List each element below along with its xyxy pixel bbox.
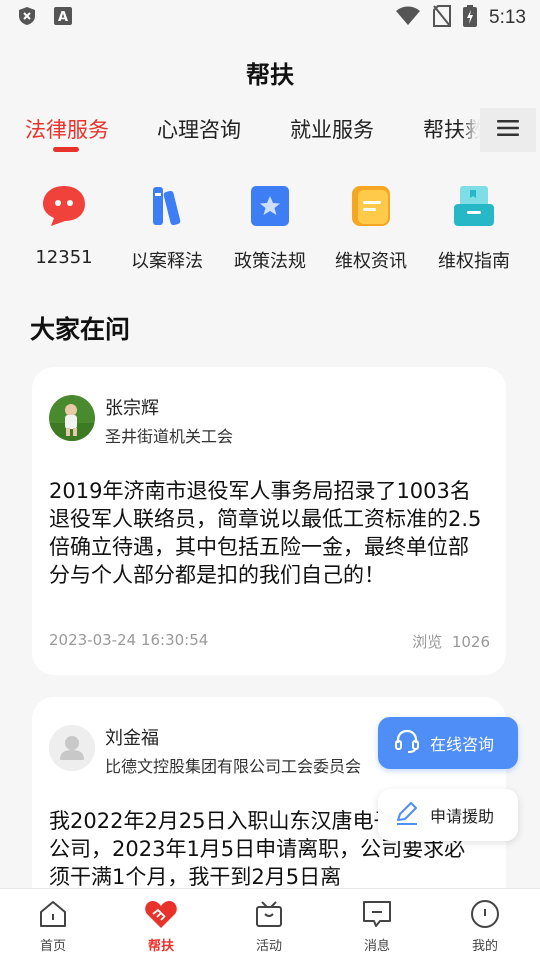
tab-legal-services[interactable]: 法律服务 [25, 114, 109, 144]
home-icon [36, 897, 70, 931]
quick-action-policy-regulations[interactable]: 政策法规 [216, 176, 324, 273]
active-tab-indicator [53, 147, 79, 152]
poster-org: 圣井街道机关工会 [105, 427, 234, 446]
profile-icon [468, 897, 502, 931]
quick-actions: 12351 以案释法 政策法规 维权资讯 维权指南 [0, 176, 540, 276]
post-date: 2023-03-24 16:30:54 [49, 631, 209, 649]
nav-activities[interactable]: 活动 [239, 897, 299, 954]
nav-assistance[interactable]: 帮扶 [131, 897, 191, 954]
view-count-value: 1026 [451, 633, 490, 651]
chat-bubble-icon [34, 176, 94, 236]
nav-home[interactable]: 首页 [23, 897, 83, 954]
nav-messages[interactable]: 消息 [347, 897, 407, 954]
quick-action-label: 政策法规 [234, 251, 306, 272]
battery-icon [463, 5, 478, 31]
star-book-icon [240, 176, 300, 236]
avatar [49, 395, 95, 441]
nav-label: 活动 [255, 939, 282, 954]
quick-action-rights-news[interactable]: 维权资讯 [317, 176, 425, 273]
quick-action-rights-guide[interactable]: 维权指南 [420, 176, 528, 273]
gift-box-icon [252, 897, 286, 931]
quick-action-12351[interactable]: 12351 [10, 176, 118, 268]
font-a-icon: A [54, 7, 72, 29]
tab-menu-button[interactable] [480, 108, 536, 152]
quick-action-label: 12351 [35, 247, 93, 268]
handshake-heart-icon [144, 897, 178, 931]
menu-icon [497, 119, 519, 141]
poster-name: 张宗辉 [105, 398, 159, 419]
folder-bookmark-icon [444, 176, 504, 236]
apply-aid-label: 申请援助 [430, 807, 495, 826]
document-icon [341, 176, 401, 236]
quick-action-label: 维权资讯 [335, 251, 407, 272]
no-sim-icon [433, 5, 452, 31]
avatar [49, 725, 95, 771]
section-title: 大家在问 [30, 315, 131, 344]
quick-action-label: 维权指南 [438, 251, 510, 272]
nav-label: 首页 [39, 939, 66, 954]
category-tabs: 法律服务 心理咨询 就业服务 帮扶救 [0, 108, 540, 156]
quick-action-case-law[interactable]: 以案释法 [113, 176, 221, 273]
tab-assistance-relief[interactable]: 帮扶救 [423, 114, 486, 144]
online-consult-button[interactable]: 在线咨询 [378, 717, 518, 769]
message-icon [360, 897, 394, 931]
books-icon [137, 176, 197, 236]
view-count: 浏览 1026 [412, 631, 490, 652]
nav-label: 我的 [471, 939, 498, 954]
status-time: 5:13 [489, 7, 526, 28]
svg-text:A: A [58, 10, 68, 25]
status-bar: A 5:13 [0, 0, 540, 36]
page-header: 帮扶 [0, 36, 540, 108]
tab-psych-counseling[interactable]: 心理咨询 [157, 114, 241, 144]
headset-icon [394, 728, 420, 758]
shield-icon [18, 6, 36, 30]
view-count-label: 浏览 [412, 633, 443, 651]
tab-employment-services[interactable]: 就业服务 [290, 114, 374, 144]
page-title: 帮扶 [246, 60, 294, 89]
pen-icon [394, 800, 420, 830]
nav-label: 帮扶 [147, 939, 174, 954]
nav-mine[interactable]: 我的 [455, 897, 515, 954]
quick-action-label: 以案释法 [131, 251, 203, 272]
wifi-icon [395, 6, 421, 30]
nav-label: 消息 [363, 939, 390, 954]
online-consult-label: 在线咨询 [430, 735, 495, 754]
poster-name: 刘金福 [105, 728, 159, 749]
question-card[interactable]: 张宗辉 圣井街道机关工会 2019年济南市退役军人事务局招录了1003名退役军人… [32, 367, 506, 675]
question-text: 2019年济南市退役军人事务局招录了1003名退役军人联络员，简章说以最低工资标… [49, 479, 482, 587]
poster-org: 比德文控股集团有限公司工会委员会 [105, 757, 362, 776]
apply-aid-button[interactable]: 申请援助 [378, 789, 518, 841]
bottom-nav: 首页 帮扶 活动 消息 我的 [0, 888, 540, 960]
